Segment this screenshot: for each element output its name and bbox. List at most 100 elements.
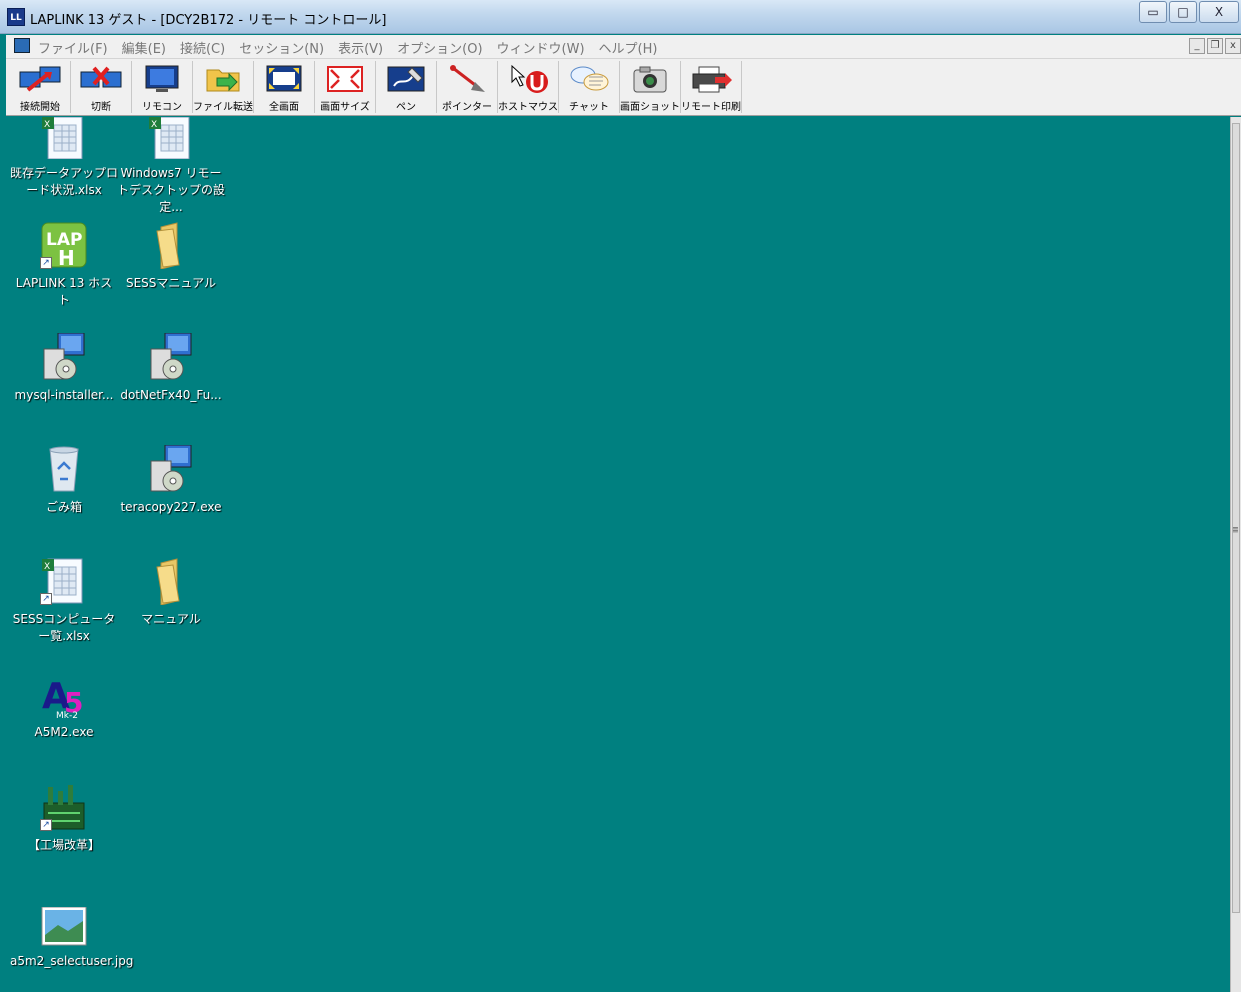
- menu-file[interactable]: ファイル(F): [38, 38, 108, 57]
- svg-text:Mk-2: Mk-2: [56, 711, 78, 718]
- desktop-icon-label: ごみ箱: [45, 500, 82, 514]
- installer-icon: [147, 332, 195, 381]
- screen-size-icon: [323, 64, 367, 94]
- chat-button[interactable]: チャット: [559, 61, 620, 113]
- child-restore-button[interactable]: ❐: [1207, 38, 1223, 54]
- desktop-icon-mysql-installer[interactable]: mysql-installer...: [10, 332, 118, 404]
- monitor-icon[interactable]: [14, 38, 30, 53]
- laplink-app-icon: LL: [7, 8, 25, 26]
- remote-control-button[interactable]: リモコン: [132, 61, 193, 113]
- desktop-icon-label: マニュアル: [141, 612, 201, 626]
- screenshot-label: 画面ショット: [620, 102, 680, 113]
- desktop-icon-sess-manual-folder[interactable]: SESSマニュアル: [117, 221, 225, 292]
- desktop-icon-a5m2[interactable]: A 5 Mk-2 A5M2.exe: [10, 670, 118, 741]
- menu-options[interactable]: オプション(O): [397, 38, 482, 57]
- a5m2-icon: A 5 Mk-2: [40, 670, 88, 721]
- screenshot-button[interactable]: 画面ショット: [620, 61, 681, 113]
- screenshot-icon: [628, 64, 672, 94]
- fullscreen-button[interactable]: 全画面: [254, 61, 315, 113]
- scrollbar-grip-icon: ═ ═: [1233, 524, 1238, 536]
- menu-view[interactable]: 表示(V): [338, 38, 383, 57]
- desktop-icon-label: 【工場改革】: [27, 838, 100, 852]
- folder-icon: [147, 221, 195, 270]
- menu-edit[interactable]: 編集(E): [122, 38, 166, 57]
- connect-icon: [18, 64, 62, 94]
- toolbar: 接続開始 切断 リモコン ファイル転送 全画面 画面サイズ ペン ポインター ホ…: [6, 59, 1241, 116]
- child-close-button[interactable]: x: [1225, 38, 1241, 54]
- factory-icon: ↗: [40, 783, 88, 831]
- desktop-icon-windows7-remote-desktop[interactable]: X Windows7 リモートデスクトップの設定...: [117, 117, 225, 216]
- host-mouse-label: ホストマウス: [498, 102, 558, 113]
- shortcut-arrow-icon: ↗: [40, 819, 52, 831]
- desktop-icon-laplink-host[interactable]: LAP H ↗ LAPLINK 13 ホスト: [10, 221, 118, 309]
- pointer-button[interactable]: ポインター: [437, 61, 498, 113]
- fullscreen-icon: [262, 64, 306, 94]
- svg-text:H: H: [58, 246, 75, 269]
- fullscreen-label: 全画面: [269, 102, 299, 113]
- disconnect-button[interactable]: 切断: [71, 61, 132, 113]
- chat-icon: [567, 64, 611, 94]
- disconnect-label: 切断: [91, 102, 111, 113]
- svg-text:X: X: [151, 120, 157, 130]
- desktop-icon-label: teracopy227.exe: [120, 500, 222, 514]
- disconnect-icon: [79, 64, 123, 94]
- remote-desktop[interactable]: X 既存データアップロード状況.xlsx X Windows7 リモートデスクト…: [6, 117, 1230, 992]
- desktop-icon-label: Windows7 リモートデスクトップの設定...: [117, 166, 226, 214]
- connect-button[interactable]: 接続開始: [10, 61, 71, 113]
- desktop-icon-label: LAPLINK 13 ホスト: [15, 276, 113, 307]
- svg-text:X: X: [44, 562, 50, 572]
- installer-icon: [40, 332, 88, 381]
- desktop-icon-a5m2-selectuser-jpg[interactable]: a5m2_selectuser.jpg: [10, 906, 134, 970]
- svg-text:X: X: [44, 120, 50, 130]
- pen-icon: [384, 64, 428, 94]
- desktop-icon-manual-folder[interactable]: マニュアル: [117, 557, 225, 628]
- excel-file-icon: X: [147, 117, 195, 160]
- desktop-icon-factory-reform[interactable]: ↗ 【工場改革】: [10, 783, 118, 854]
- excel-file-icon: X ↗: [40, 557, 88, 605]
- desktop-icon-sess-computer-list-xlsx[interactable]: X ↗ SESSコンピューター覧.xlsx: [10, 557, 118, 645]
- image-file-icon: [40, 906, 88, 947]
- desktop-icon-label: a5m2_selectuser.jpg: [10, 954, 134, 968]
- host-mouse-button[interactable]: ホストマウス: [498, 61, 559, 113]
- screen-size-label: 画面サイズ: [320, 102, 370, 113]
- pen-button[interactable]: ペン: [376, 61, 437, 113]
- desktop-icon-label: SESSマニュアル: [125, 276, 217, 290]
- file-transfer-icon: [201, 64, 245, 94]
- screen-size-button[interactable]: 画面サイズ: [315, 61, 376, 113]
- desktop-icon-teracopy[interactable]: teracopy227.exe: [117, 444, 225, 516]
- laplink-host-icon: LAP H ↗: [40, 221, 88, 270]
- pointer-icon: [445, 64, 489, 94]
- file-transfer-label: ファイル転送: [193, 102, 253, 113]
- menu-connect[interactable]: 接続(C): [180, 38, 225, 57]
- maximize-button[interactable]: □: [1169, 1, 1197, 23]
- desktop-icon-label: 既存データアップロード状況.xlsx: [10, 166, 119, 197]
- desktop-icon-label: SESSコンピューター覧.xlsx: [12, 612, 116, 643]
- excel-file-icon: X: [40, 117, 88, 160]
- scrollbar-thumb[interactable]: [1232, 123, 1240, 913]
- child-minimize-button[interactable]: _: [1189, 38, 1205, 54]
- menu-help[interactable]: ヘルプ(H): [599, 38, 658, 57]
- remote-control-icon: [140, 64, 184, 94]
- menu-session[interactable]: セッション(N): [239, 38, 324, 57]
- desktop-icon-label: mysql-installer...: [14, 388, 114, 402]
- folder-icon: [147, 557, 195, 606]
- close-button[interactable]: X: [1199, 1, 1239, 23]
- shortcut-arrow-icon: ↗: [40, 257, 52, 269]
- desktop-icon-existing-data-xlsx[interactable]: X 既存データアップロード状況.xlsx: [10, 117, 118, 199]
- chat-label: チャット: [569, 102, 609, 113]
- window-title: LAPLINK 13 ゲスト - [DCY2B172 - リモート コントロール…: [30, 13, 387, 28]
- remote-print-label: リモート印刷: [681, 102, 741, 113]
- desktop-icon-dotnetfx40[interactable]: dotNetFx40_Fu...: [117, 332, 225, 404]
- menu-bar: ファイル(F) 編集(E) 接続(C) セッション(N) 表示(V) オプション…: [6, 35, 1241, 59]
- file-transfer-button[interactable]: ファイル転送: [193, 61, 254, 113]
- host-mouse-icon: [506, 64, 550, 94]
- remote-print-button[interactable]: リモート印刷: [681, 61, 742, 113]
- shortcut-arrow-icon: ↗: [40, 593, 52, 605]
- installer-icon: [147, 444, 195, 493]
- desktop-icon-recycle-bin[interactable]: ごみ箱: [10, 445, 118, 516]
- title-bar[interactable]: LL LAPLINK 13 ゲスト - [DCY2B172 - リモート コント…: [0, 0, 1241, 34]
- minimize-button[interactable]: ▭: [1139, 1, 1167, 23]
- vertical-scrollbar[interactable]: ═ ═: [1230, 117, 1241, 992]
- menu-window[interactable]: ウィンドウ(W): [497, 38, 585, 57]
- desktop-icon-label: dotNetFx40_Fu...: [120, 388, 222, 402]
